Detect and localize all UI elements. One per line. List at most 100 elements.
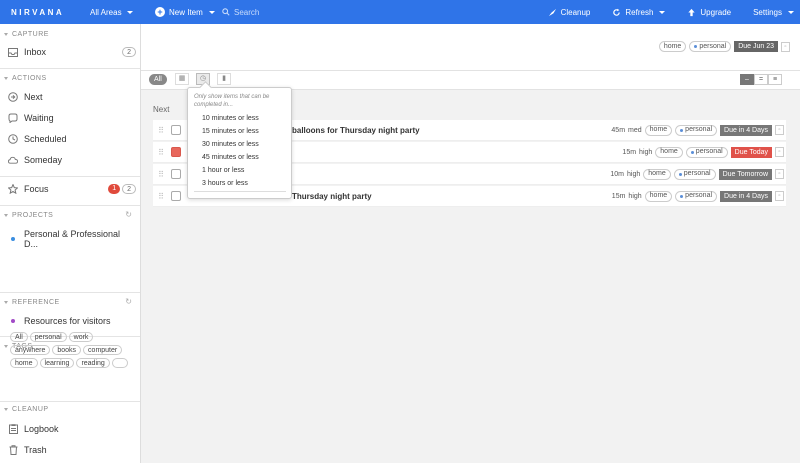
tag-chip[interactable]: personal (675, 190, 718, 202)
chevron-down-icon (208, 10, 215, 14)
cleanup-button[interactable]: Cleanup (548, 8, 590, 17)
tag-chip[interactable]: personal (673, 168, 716, 180)
calendar-filter-icon[interactable]: ▦ (175, 73, 189, 85)
tag-chip[interactable]: learning (39, 358, 75, 368)
section-head-projects[interactable]: PROJECTS (4, 212, 53, 219)
sidebar-item-project[interactable]: Personal & Professional D... (8, 229, 136, 249)
app-logo: NIRVANA (11, 7, 65, 17)
due-date-badge[interactable]: Due Tomorrow (718, 168, 772, 180)
drag-handle-icon[interactable]: ⠿ (155, 192, 167, 201)
projects-reorder-icon[interactable]: ↻ (125, 210, 132, 219)
tag-chip[interactable]: All (10, 332, 28, 342)
tag-chip[interactable]: computer (83, 345, 123, 355)
section-head-cleanup[interactable]: CLEANUP (4, 406, 49, 413)
inbox-count-badge: 2 (122, 47, 136, 57)
sidebar-item-label: Waiting (24, 113, 54, 123)
dropdown-option[interactable]: 45 minutes or less (202, 154, 259, 161)
plus-icon: + (155, 7, 165, 17)
view-collapsed-icon[interactable]: – (740, 74, 754, 85)
tag-chip[interactable]: books (52, 345, 82, 355)
view-expanded-icon[interactable]: ≡ (768, 74, 782, 85)
task-energy[interactable]: high (639, 149, 652, 156)
sidebar-item-label: Next (24, 92, 43, 102)
drag-handle-icon[interactable]: ⠿ (155, 126, 167, 135)
reference-reorder-icon[interactable]: ↻ (125, 297, 132, 306)
sidebar-item-trash[interactable]: Trash (8, 445, 136, 455)
section-head-capture[interactable]: CAPTURE (4, 31, 49, 38)
item-menu-button[interactable]: ▫ (781, 41, 790, 52)
due-date-badge[interactable]: Due in 4 Days (720, 124, 772, 136)
tag-chip[interactable]: home (644, 190, 673, 202)
tag-label: home (663, 42, 682, 50)
task-time[interactable]: 45m (611, 127, 625, 134)
tag-chip[interactable]: personal (29, 332, 67, 342)
sidebar-item-reference[interactable]: Resources for visitors (8, 316, 136, 326)
tag-chip[interactable]: personal (685, 146, 728, 158)
collapse-triangle-icon (4, 345, 8, 348)
tag-chip[interactable] (111, 358, 128, 368)
upgrade-button[interactable]: Upgrade (687, 8, 731, 17)
sidebar-item-inbox[interactable]: Inbox 2 (8, 47, 136, 57)
task-time[interactable]: 15m (622, 149, 636, 156)
section-head-label: ACTIONS (12, 75, 47, 82)
sidebar-item-waiting[interactable]: Waiting (8, 113, 136, 123)
tag-chip[interactable]: personal (675, 124, 718, 136)
task-checkbox[interactable] (171, 125, 181, 135)
task-time[interactable]: 10m (610, 171, 624, 178)
view-normal-icon[interactable]: = (754, 74, 768, 85)
dot-icon (694, 45, 698, 48)
clock-icon (8, 134, 18, 144)
task-energy[interactable]: med (628, 127, 642, 134)
tag-chip[interactable]: home (644, 124, 673, 136)
areas-dropdown[interactable]: All Areas (75, 8, 143, 17)
due-date-badge[interactable]: Due Today (730, 146, 772, 158)
tag-chip[interactable]: work (68, 332, 94, 342)
section-head-reference[interactable]: REFERENCE (4, 299, 60, 306)
task-energy[interactable]: high (628, 193, 641, 200)
dropdown-option[interactable]: 10 minutes or less (202, 115, 259, 122)
item-menu-button[interactable]: ▫ (775, 169, 784, 179)
top-bar: NIRVANA All Areas + New Item Search Clea… (0, 0, 800, 24)
due-date-badge[interactable]: Due Jun 23 (734, 41, 778, 52)
task-checkbox[interactable] (171, 169, 181, 179)
sidebar-item-scheduled[interactable]: Scheduled (8, 134, 136, 144)
sidebar-item-someday[interactable]: Someday (8, 155, 136, 165)
tag-chip[interactable]: reading (76, 358, 110, 368)
task-checkbox[interactable] (171, 191, 181, 201)
dropdown-option[interactable]: 15 minutes or less (202, 128, 259, 135)
tag-chip[interactable]: home (10, 358, 38, 368)
filter-all-pill[interactable]: All (149, 74, 167, 85)
task-checkbox[interactable] (171, 147, 181, 157)
task-title[interactable]: balloons for Thursday night party (292, 126, 420, 135)
task-time[interactable]: 15m (612, 193, 626, 200)
task-energy[interactable]: high (627, 171, 640, 178)
due-date-badge[interactable]: Due in 4 Days (720, 190, 772, 202)
tag-chip[interactable]: anywhere (10, 345, 51, 355)
new-item-button[interactable]: + New Item (155, 0, 215, 24)
tag-chip[interactable]: home (643, 168, 671, 180)
search-input[interactable]: Search (222, 0, 259, 24)
sidebar-item-next[interactable]: Next (8, 92, 136, 102)
dropdown-option[interactable]: 3 hours or less (202, 180, 248, 187)
settings-button[interactable]: Settings (753, 8, 794, 17)
section-head-actions[interactable]: ACTIONS (4, 75, 47, 82)
drag-handle-icon[interactable]: ⠿ (155, 170, 167, 179)
item-menu-button[interactable]: ▫ (775, 191, 784, 201)
dropdown-option[interactable]: 30 minutes or less (202, 141, 259, 148)
upload-icon (688, 8, 696, 16)
tag-chip[interactable]: home (658, 41, 687, 52)
task-title[interactable]: Thursday night party (292, 192, 372, 201)
tag-chip[interactable]: home (655, 146, 683, 158)
dropdown-option[interactable]: 1 hour or less (202, 167, 244, 174)
item-menu-button[interactable]: ▫ (775, 125, 784, 135)
energy-filter-icon[interactable]: ▮ (217, 73, 231, 85)
drag-handle-icon[interactable]: ⠿ (155, 148, 167, 157)
sidebar-item-focus[interactable]: Focus 1 2 (8, 184, 136, 194)
sidebar-item-logbook[interactable]: Logbook (8, 424, 136, 434)
chevron-down-icon (659, 10, 666, 14)
collapse-triangle-icon (4, 77, 8, 80)
refresh-button[interactable]: Refresh (612, 8, 666, 17)
view-toggle: – = ≡ (740, 74, 782, 85)
item-menu-button[interactable]: ▫ (775, 147, 784, 157)
tag-chip[interactable]: personal (689, 41, 732, 52)
